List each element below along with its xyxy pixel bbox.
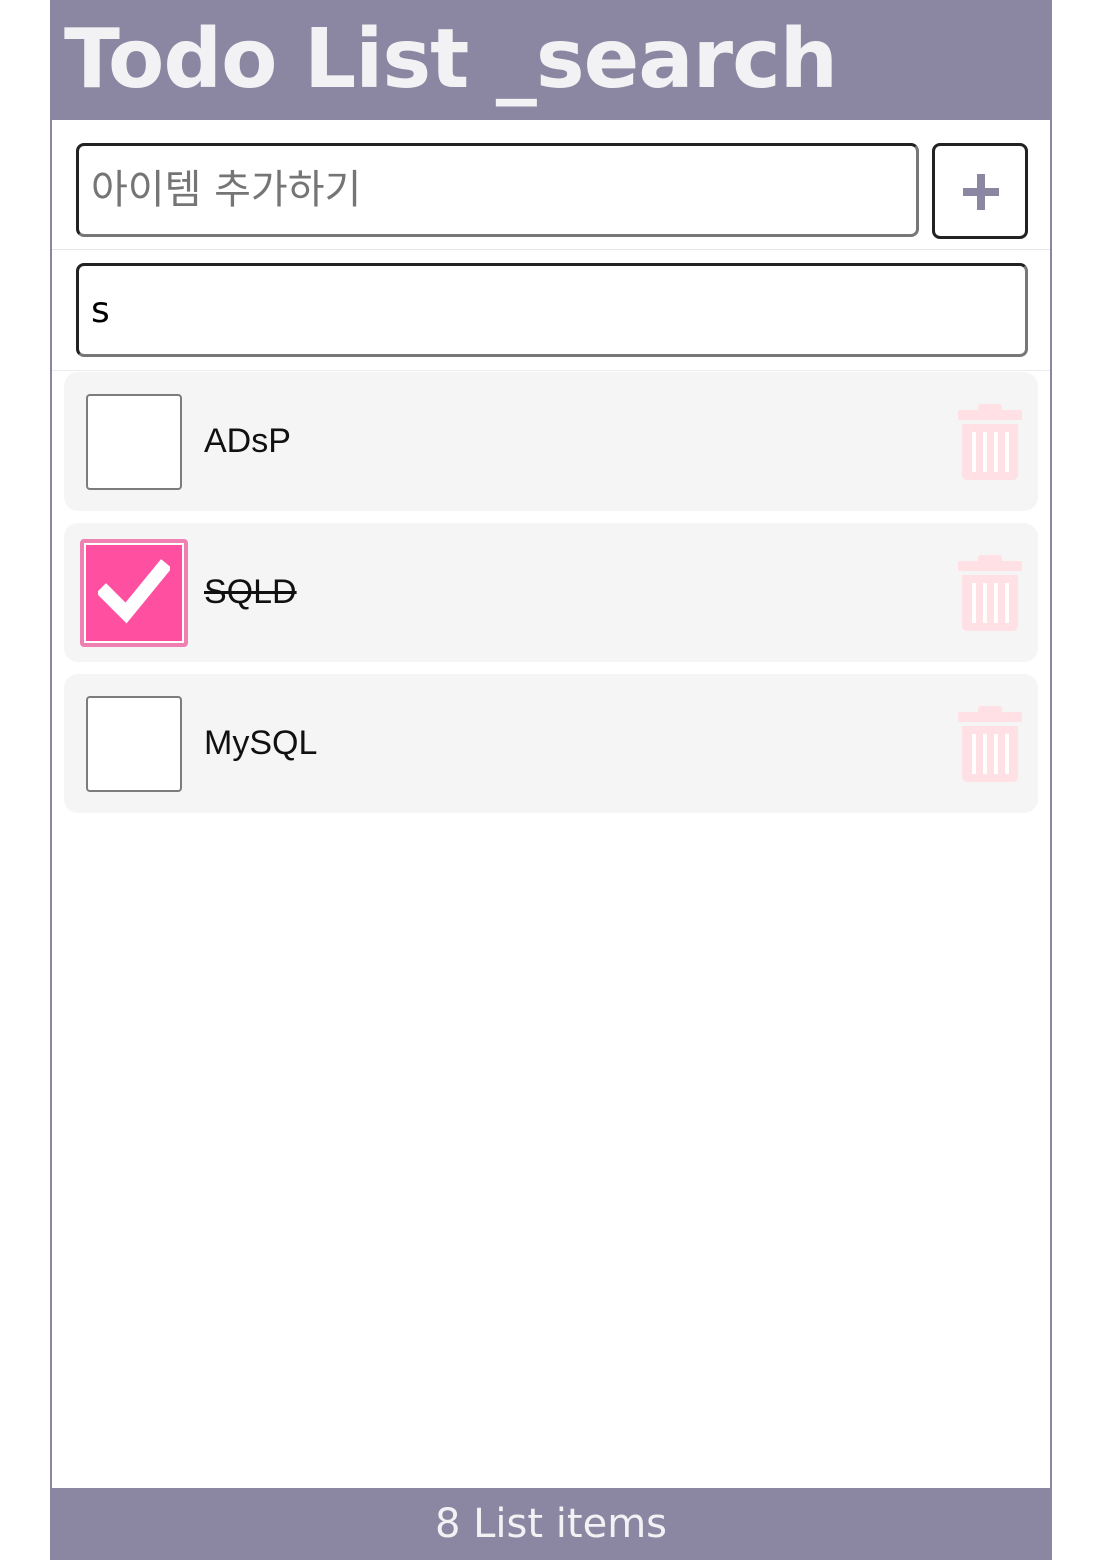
add-item-input[interactable] bbox=[76, 143, 919, 237]
todo-text: ADsP bbox=[204, 422, 291, 460]
add-item-form bbox=[52, 121, 1050, 250]
delete-button[interactable] bbox=[956, 555, 1024, 631]
todo-text: MySQL bbox=[204, 724, 318, 762]
delete-button[interactable] bbox=[956, 404, 1024, 480]
todo-checkbox[interactable] bbox=[86, 696, 182, 792]
todo-item: MySQL bbox=[64, 674, 1038, 813]
search-input[interactable] bbox=[76, 263, 1028, 357]
item-count-footer: 8 List items bbox=[52, 1488, 1050, 1560]
trash-icon bbox=[958, 404, 1022, 480]
todo-checkbox[interactable] bbox=[86, 394, 182, 490]
todo-item: ADsP bbox=[64, 372, 1038, 511]
todo-app: Todo List _search ADsP bbox=[50, 0, 1052, 1560]
trash-icon bbox=[958, 555, 1022, 631]
page-title: Todo List _search bbox=[64, 12, 838, 107]
search-form bbox=[52, 250, 1050, 371]
todo-checkbox[interactable] bbox=[80, 539, 188, 647]
todo-text: SQLD bbox=[204, 573, 297, 611]
checkmark-icon bbox=[98, 559, 170, 624]
todo-list: ADsP SQLD MySQL bbox=[64, 372, 1038, 825]
app-header: Todo List _search bbox=[52, 0, 1050, 120]
trash-icon bbox=[958, 706, 1022, 782]
delete-button[interactable] bbox=[956, 706, 1024, 782]
todo-item: SQLD bbox=[64, 523, 1038, 662]
add-item-button[interactable] bbox=[932, 143, 1028, 239]
plus-icon bbox=[963, 174, 999, 210]
